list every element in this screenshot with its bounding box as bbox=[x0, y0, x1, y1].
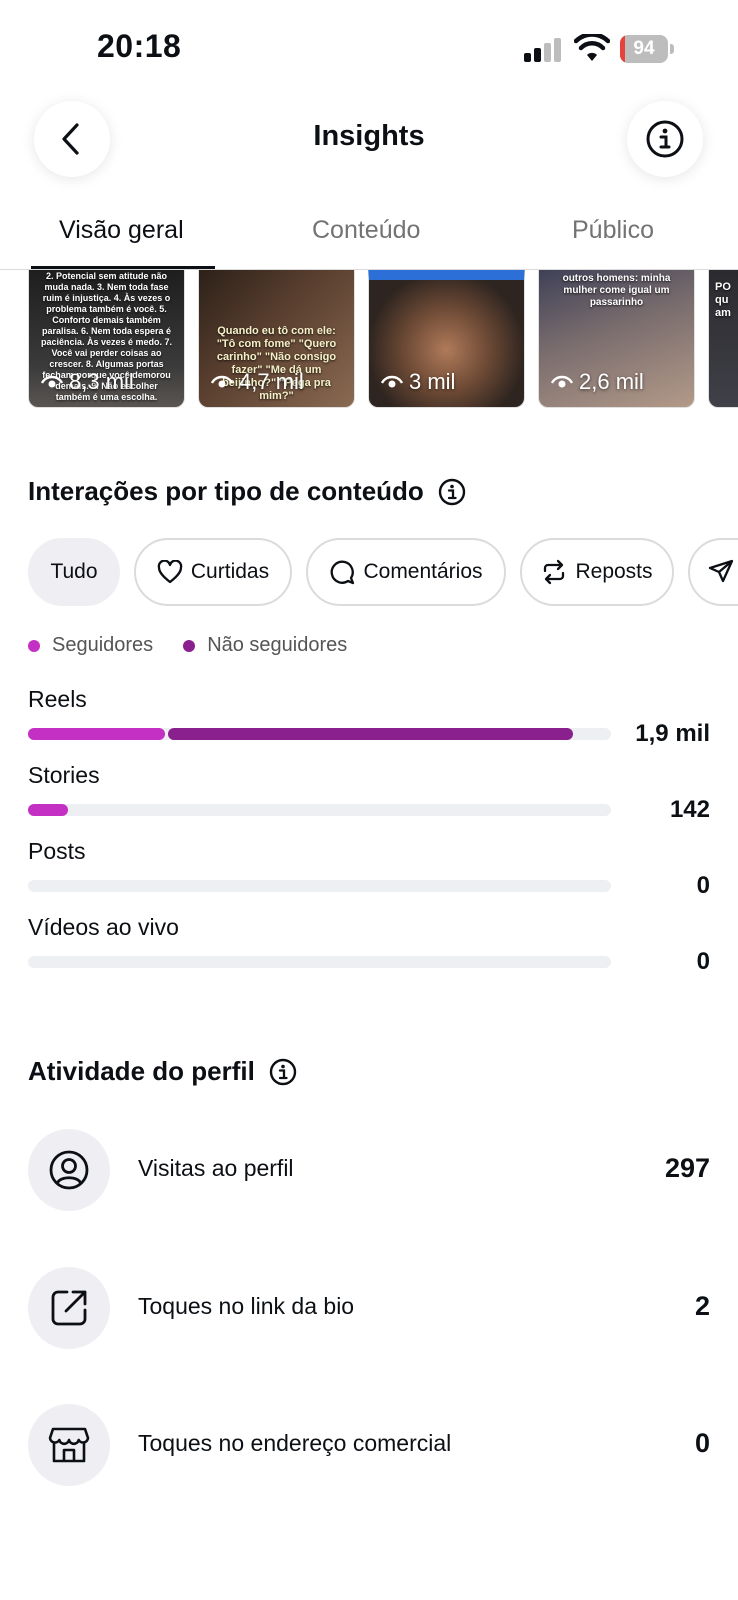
legend-label-followers: Seguidores bbox=[52, 634, 154, 656]
battery-level: 94 bbox=[633, 38, 655, 59]
activity-row-bio-link-taps[interactable]: Toques no link da bio 2 bbox=[28, 1267, 710, 1349]
info-button[interactable] bbox=[627, 101, 703, 177]
filter-chip-comments[interactable]: Comentários bbox=[306, 538, 506, 606]
thumbnail-caption: PO qu am bbox=[715, 281, 731, 319]
wifi-icon bbox=[573, 32, 611, 62]
top-content-carousel: 2. Potencial sem atitude não muda nada. … bbox=[28, 270, 738, 408]
tab-bar: Visão geral Conteúdo Público bbox=[0, 200, 738, 270]
thumbnail-views: 3 mil bbox=[381, 369, 455, 395]
thumbnail-views: 4,7 mil bbox=[211, 369, 304, 395]
bar-segment-followers bbox=[28, 804, 68, 816]
views-count: 3 mil bbox=[409, 369, 456, 394]
legend-dot-nonfollowers bbox=[183, 639, 196, 652]
interactions-title: Interações por tipo de conteúdo bbox=[28, 476, 424, 506]
tab-content[interactable]: Conteúdo bbox=[312, 216, 420, 245]
profile-activity-section-title: Atividade do perfil bbox=[28, 1056, 297, 1087]
share-icon bbox=[708, 559, 734, 583]
content-thumbnail[interactable]: 2. Potencial sem atitude não muda nada. … bbox=[28, 270, 185, 408]
bar-row-live-videos: Vídeos ao vivo 0 bbox=[28, 914, 710, 975]
activity-icon-container bbox=[28, 1404, 110, 1486]
bar-track bbox=[28, 804, 611, 816]
legend-label-nonfollowers: Não seguidores bbox=[207, 634, 348, 656]
battery-icon: 94 bbox=[620, 35, 674, 63]
activity-value: 2 bbox=[694, 1291, 710, 1321]
bar-value: 1,9 mil bbox=[635, 720, 710, 747]
filter-chip-shares[interactable] bbox=[688, 538, 738, 606]
status-bar: 20:18 94 bbox=[0, 0, 738, 100]
activity-label: Visitas ao perfil bbox=[138, 1155, 294, 1181]
eye-icon bbox=[211, 375, 233, 388]
activity-value: 0 bbox=[694, 1428, 710, 1458]
bar-track bbox=[28, 956, 611, 968]
thumbnail-views: 2,6 mil bbox=[551, 369, 644, 395]
profile-activity-title: Atividade do perfil bbox=[28, 1056, 255, 1086]
bar-value: 0 bbox=[696, 948, 710, 975]
bar-row-stories: Stories 142 bbox=[28, 762, 710, 823]
bar-segment-nonfollowers bbox=[168, 728, 573, 740]
activity-row-business-address-taps[interactable]: Toques no endereço comercial 0 bbox=[28, 1404, 710, 1486]
activity-icon-container bbox=[28, 1129, 110, 1211]
thumbnail-caption: outros homens: minha mulher come igual u… bbox=[562, 273, 671, 308]
thumbnail-views: 8,3 mil bbox=[41, 369, 134, 395]
bar-label: Stories bbox=[28, 762, 100, 788]
activity-icon-container bbox=[28, 1267, 110, 1349]
content-thumbnail[interactable]: outros homens: minha mulher come igual u… bbox=[538, 270, 695, 408]
bar-label: Posts bbox=[28, 838, 86, 864]
activity-row-profile-visits[interactable]: Visitas ao perfil 297 bbox=[28, 1129, 710, 1211]
bar-row-posts: Posts 0 bbox=[28, 838, 710, 899]
activity-label: Toques no endereço comercial bbox=[138, 1430, 452, 1456]
tab-overview[interactable]: Visão geral bbox=[59, 216, 184, 245]
tab-audience[interactable]: Público bbox=[572, 216, 654, 245]
store-icon bbox=[48, 1427, 90, 1463]
content-thumbnail[interactable]: PO qu am bbox=[708, 270, 738, 408]
bar-row-reels: Reels 1,9 mil bbox=[28, 686, 710, 747]
chip-label: Comentários bbox=[363, 560, 483, 583]
bar-value: 142 bbox=[669, 796, 710, 823]
chart-legend: Seguidores Não seguidores bbox=[28, 634, 347, 657]
eye-icon bbox=[41, 375, 63, 388]
heart-icon bbox=[157, 560, 183, 584]
eye-icon bbox=[381, 375, 403, 388]
filter-chip-all[interactable]: Tudo bbox=[28, 538, 120, 606]
bar-segment-followers bbox=[28, 728, 165, 740]
activity-value: 297 bbox=[664, 1153, 710, 1183]
bar-label: Reels bbox=[28, 686, 87, 712]
filter-chip-reposts[interactable]: Reposts bbox=[520, 538, 674, 606]
bar-value: 0 bbox=[696, 872, 710, 899]
external-link-icon bbox=[51, 1290, 87, 1326]
chip-label: Tudo bbox=[50, 560, 98, 583]
views-count: 8,3 mil bbox=[69, 369, 134, 394]
chip-label: Curtidas bbox=[190, 560, 270, 583]
filter-chip-likes[interactable]: Curtidas bbox=[134, 538, 292, 606]
active-tab-indicator bbox=[31, 266, 215, 269]
profile-icon bbox=[49, 1150, 89, 1190]
bar-track bbox=[28, 728, 611, 740]
interactions-section-title: Interações por tipo de conteúdo bbox=[28, 476, 466, 507]
content-thumbnail[interactable]: Quando eu tô com ele: "Tô com fome" "Que… bbox=[198, 270, 355, 408]
legend-dot-followers bbox=[28, 639, 40, 652]
info-icon bbox=[646, 120, 684, 158]
bar-label: Vídeos ao vivo bbox=[28, 914, 179, 940]
content-thumbnail[interactable]: 3 mil bbox=[368, 270, 525, 408]
status-time: 20:18 bbox=[97, 28, 182, 64]
cellular-signal-icon bbox=[524, 38, 562, 62]
comment-icon bbox=[331, 560, 355, 585]
info-icon[interactable] bbox=[269, 1058, 297, 1086]
interaction-filter-chips: Tudo Curtidas Comentários Reposts bbox=[28, 538, 738, 606]
info-icon[interactable] bbox=[438, 478, 466, 506]
activity-label: Toques no link da bio bbox=[138, 1293, 355, 1319]
bar-track bbox=[28, 880, 611, 892]
views-count: 2,6 mil bbox=[579, 369, 644, 394]
eye-icon bbox=[551, 375, 573, 388]
repost-icon bbox=[544, 559, 565, 585]
chip-label: Reposts bbox=[575, 560, 653, 583]
views-count: 4,7 mil bbox=[239, 369, 304, 394]
